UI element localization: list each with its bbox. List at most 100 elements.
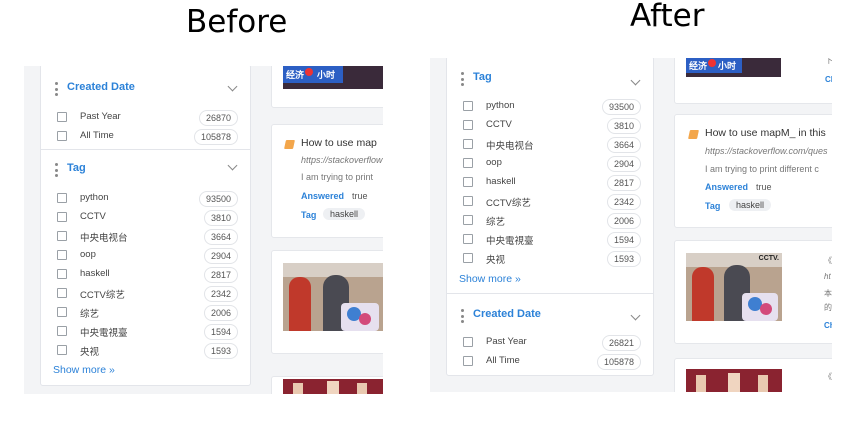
facet-option[interactable]: python 93500: [447, 98, 653, 117]
checkbox[interactable]: [463, 234, 473, 244]
banner-dot: [708, 59, 716, 67]
drag-handle-icon[interactable]: [54, 163, 58, 177]
video-thumbnail[interactable]: 经济 小时: [283, 66, 383, 89]
checkbox[interactable]: [57, 193, 67, 203]
video-title-fragment[interactable]: 《?: [824, 255, 832, 266]
after-tag-header[interactable]: Tag: [447, 61, 653, 95]
facet-option[interactable]: haskell 2817: [447, 174, 653, 193]
facet-option[interactable]: oop 2904: [41, 247, 250, 266]
facet-option[interactable]: 综艺 2006: [447, 212, 653, 231]
facet-option[interactable]: python 93500: [41, 190, 250, 209]
facet-option[interactable]: CCTV 3810: [41, 209, 250, 228]
checkbox[interactable]: [57, 231, 67, 241]
result-card-question[interactable]: How to use map https://stackoverflow I a…: [271, 124, 383, 238]
facet-option-past-year[interactable]: Past Year 26821: [447, 334, 653, 353]
facet-option[interactable]: 中央電視臺 1594: [41, 323, 250, 342]
video-thumbnail[interactable]: [283, 379, 383, 394]
video-snippet-fragment: 的: [824, 303, 832, 312]
after-panel: Tag python 93500 CCTV 3810 中央电视台 3664 oop 29…: [430, 58, 832, 392]
result-card-video[interactable]: [271, 376, 383, 394]
chevron-down-icon[interactable]: [227, 160, 238, 171]
chevron-down-icon[interactable]: [227, 81, 238, 92]
after-created-date-header[interactable]: Created Date: [447, 298, 653, 332]
result-card-video[interactable]: [271, 250, 383, 354]
video-thumbnail[interactable]: CCTV.: [686, 253, 782, 321]
facet-option-all-time[interactable]: All Time 105878: [447, 353, 653, 372]
facet-option[interactable]: CCTV综艺 2342: [447, 193, 653, 212]
option-label: All Time: [80, 130, 114, 141]
tag-chip[interactable]: haskell: [323, 208, 366, 220]
facet-option[interactable]: 央视 1593: [41, 342, 250, 361]
banner-text: 经济: [689, 61, 708, 71]
checkbox[interactable]: [463, 337, 473, 347]
channel-link[interactable]: Ch: [825, 75, 832, 84]
checkbox[interactable]: [463, 177, 473, 187]
show-more-link[interactable]: Show more »: [53, 364, 115, 376]
video-thumbnail[interactable]: [283, 263, 383, 331]
drag-handle-icon[interactable]: [460, 309, 464, 323]
option-count: 3810: [606, 118, 641, 134]
question-title[interactable]: How to use map: [301, 137, 377, 149]
checkbox[interactable]: [57, 326, 67, 336]
option-label: All Time: [486, 355, 520, 366]
option-label: python: [80, 192, 109, 203]
checkbox[interactable]: [57, 307, 67, 317]
checkbox[interactable]: [463, 158, 473, 168]
checkbox[interactable]: [57, 212, 67, 222]
checkbox[interactable]: [463, 101, 473, 111]
facet-option[interactable]: CCTV综艺 2342: [41, 285, 250, 304]
checkbox[interactable]: [463, 120, 473, 130]
after-created-date-section: Created Date Past Year 26821 All Time 10…: [447, 294, 653, 376]
tag-chip[interactable]: haskell: [729, 199, 772, 211]
checkbox[interactable]: [57, 345, 67, 355]
checkbox[interactable]: [463, 196, 473, 206]
before-tag-header[interactable]: Tag: [41, 152, 250, 186]
option-count: 1594: [606, 232, 641, 248]
checkbox[interactable]: [463, 356, 473, 366]
video-thumbnail[interactable]: 经济 小时: [686, 58, 781, 77]
facet-option[interactable]: CCTV 3810: [447, 117, 653, 136]
question-title[interactable]: How to use mapM_ in this: [705, 127, 826, 139]
facet-option-past-year[interactable]: Past Year 26870: [41, 109, 250, 128]
checkbox[interactable]: [57, 250, 67, 260]
chevron-down-icon[interactable]: [630, 75, 641, 86]
result-card-video[interactable]: 经济 小时: [271, 66, 383, 108]
result-card-video[interactable]: 经济 小时 下 Ch: [674, 58, 832, 104]
before-created-date-header[interactable]: Created Date: [41, 71, 250, 105]
checkbox[interactable]: [463, 139, 473, 149]
show-more-link[interactable]: Show more »: [459, 273, 521, 285]
checkbox[interactable]: [57, 288, 67, 298]
drag-handle-icon[interactable]: [460, 72, 464, 86]
facet-option[interactable]: 央视 1593: [447, 250, 653, 269]
option-label: CCTV: [80, 211, 106, 222]
option-count: 3810: [203, 210, 238, 226]
result-card-question[interactable]: How to use mapM_ in this https://stackov…: [674, 114, 832, 228]
facet-option[interactable]: 中央电视台 3664: [41, 228, 250, 247]
facet-option[interactable]: 中央电视台 3664: [447, 136, 653, 155]
result-card-video[interactable]: 《: [674, 358, 832, 392]
checkbox[interactable]: [463, 215, 473, 225]
video-url-fragment[interactable]: ht: [824, 272, 831, 281]
section-title: Tag: [67, 162, 86, 174]
facet-option[interactable]: oop 2904: [447, 155, 653, 174]
chevron-down-icon[interactable]: [630, 310, 641, 321]
option-count: 26821: [601, 335, 641, 351]
facet-option-all-time[interactable]: All Time 105878: [41, 128, 250, 147]
question-url[interactable]: https://stackoverflow: [301, 155, 383, 165]
checkbox[interactable]: [463, 253, 473, 263]
facet-option[interactable]: haskell 2817: [41, 266, 250, 285]
option-count: 105878: [193, 129, 238, 145]
question-url[interactable]: https://stackoverflow.com/ques: [705, 146, 828, 156]
drag-handle-icon[interactable]: [54, 82, 58, 96]
option-label: Past Year: [80, 111, 121, 122]
video-thumbnail[interactable]: [686, 369, 782, 392]
facet-option[interactable]: 综艺 2006: [41, 304, 250, 323]
facet-option[interactable]: 中央電視臺 1594: [447, 231, 653, 250]
checkbox[interactable]: [57, 112, 67, 122]
result-card-video[interactable]: CCTV. 《? ht 本 的 Ch: [674, 240, 832, 344]
option-label: haskell: [486, 176, 516, 187]
channel-link[interactable]: Ch: [824, 321, 832, 330]
checkbox[interactable]: [57, 131, 67, 141]
video-title-fragment[interactable]: 《: [824, 371, 832, 382]
checkbox[interactable]: [57, 269, 67, 279]
